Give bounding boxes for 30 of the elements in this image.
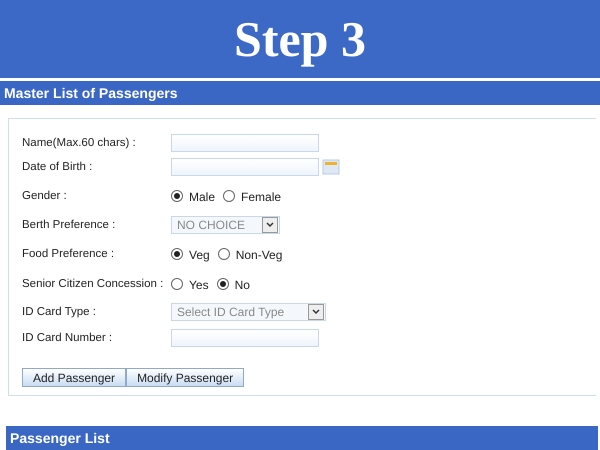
radio-label: Veg — [189, 248, 210, 262]
text-field[interactable] — [171, 329, 319, 347]
field-label: ID Card Type : — [22, 306, 97, 318]
radio-label: Female — [241, 190, 282, 204]
section-header: Passenger List — [6, 426, 598, 450]
radio-button[interactable] — [223, 190, 236, 202]
radio-button[interactable] — [216, 278, 229, 290]
field-label: Date of Birth : — [22, 161, 94, 173]
text-field[interactable] — [171, 134, 319, 152]
radio-label: Yes — [189, 278, 209, 292]
date-field[interactable] — [171, 158, 319, 176]
radio-button[interactable] — [171, 248, 183, 260]
banner-title: Step 3 — [234, 10, 366, 68]
radio-label: No — [234, 278, 250, 292]
section-header: Master List of Passengers — [0, 81, 600, 105]
radio-label: Non-Veg — [236, 248, 282, 262]
field-label: Senior Citizen Concession : — [22, 278, 164, 290]
action-button[interactable]: Modify Passenger — [126, 368, 244, 387]
field-label: ID Card Number : — [22, 332, 114, 344]
radio-label: Male — [189, 190, 216, 204]
field-label: Berth Preference : — [22, 219, 116, 231]
field-label: Name(Max.60 chars) : — [22, 137, 137, 149]
action-button[interactable]: Add Passenger — [22, 368, 126, 387]
field-label: Gender : — [22, 190, 68, 202]
radio-button[interactable] — [171, 190, 183, 202]
radio-button[interactable] — [218, 248, 230, 260]
caret-icon — [266, 222, 274, 228]
caret-icon — [312, 309, 320, 315]
field-label: Food Preference : — [22, 248, 116, 260]
radio-button[interactable] — [171, 278, 183, 290]
